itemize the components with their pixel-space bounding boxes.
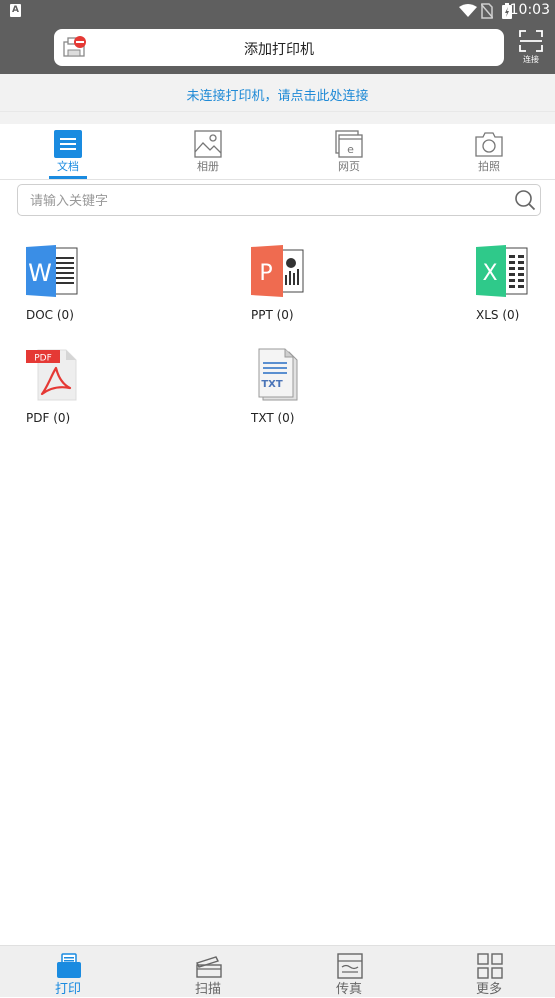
file-type-pdf[interactable]: PDF PDF (0)	[26, 348, 116, 438]
tab-label: 文档	[57, 160, 79, 173]
svg-text:e: e	[347, 143, 354, 156]
file-type-xls[interactable]: X XLS (0)	[476, 245, 555, 335]
tab-camera[interactable]: 拍照	[454, 124, 524, 180]
no-sim-icon	[481, 3, 493, 19]
file-type-label: TXT (0)	[251, 411, 295, 425]
add-printer-button[interactable]: 添加打印机	[54, 29, 504, 66]
tab-album[interactable]: 相册	[173, 124, 243, 180]
photo-icon	[194, 130, 222, 158]
scan-connect-label: 连接	[523, 55, 539, 64]
nav-label: 更多	[475, 982, 502, 997]
word-letter: W	[28, 259, 52, 287]
nav-label: 传真	[335, 982, 362, 997]
tab-label: 相册	[197, 160, 219, 173]
nav-label: 扫描	[194, 982, 221, 997]
pdf-icon: PDF	[26, 349, 77, 401]
file-type-label: PPT (0)	[251, 308, 294, 322]
more-grid-icon	[477, 953, 503, 979]
nav-scan[interactable]: 扫描	[173, 946, 243, 998]
nav-fax[interactable]: 传真	[314, 946, 384, 998]
wifi-icon	[459, 4, 477, 17]
clock: 10:03	[509, 2, 550, 18]
tab-label: 拍照	[478, 160, 500, 173]
search-input[interactable]	[30, 191, 500, 211]
print-icon	[57, 953, 81, 978]
connect-printer-banner[interactable]: 未连接打印机，请点击此处连接	[0, 74, 555, 112]
top-header: 添加打印机 连接	[0, 22, 555, 74]
webpage-icon: e	[335, 130, 363, 158]
pdf-banner-text: PDF	[34, 354, 52, 364]
add-printer-label: 添加打印机	[244, 42, 314, 58]
file-type-label: DOC (0)	[26, 308, 74, 322]
file-type-doc[interactable]: W DOC (0)	[26, 245, 116, 335]
fax-icon	[337, 953, 363, 979]
file-type-txt[interactable]: TXT TXT (0)	[251, 348, 341, 438]
txt-icon: TXT	[258, 348, 298, 401]
connect-printer-text: 未连接打印机，请点击此处连接	[186, 89, 369, 104]
scan-icon	[196, 956, 222, 978]
notification-a-icon: A	[10, 4, 21, 17]
document-icon	[54, 130, 82, 158]
status-bar: A 10:03	[0, 0, 555, 22]
tab-documents[interactable]: 文档	[33, 124, 103, 180]
nav-label: 打印	[54, 982, 81, 997]
nav-more[interactable]: 更多	[454, 946, 524, 998]
bottom-navigation: 打印 扫描 传真 更多	[0, 945, 555, 997]
file-type-ppt[interactable]: P PPT (0)	[251, 245, 341, 335]
tab-webpage[interactable]: e 网页	[314, 124, 384, 180]
scan-connect-button[interactable]: 连接	[516, 28, 546, 68]
word-doc-icon: W	[26, 245, 78, 297]
section-divider	[0, 112, 555, 124]
file-type-label: XLS (0)	[476, 308, 520, 322]
source-tabs: 文档 相册 e 网页 拍照	[0, 124, 555, 180]
tab-label: 网页	[338, 160, 360, 173]
xls-letter: X	[482, 261, 497, 286]
search-icon[interactable]	[514, 189, 536, 211]
ppt-letter: P	[259, 261, 272, 286]
active-tab-indicator	[49, 176, 87, 179]
excel-icon: X	[476, 245, 528, 297]
txt-label-text: TXT	[261, 379, 283, 390]
file-type-label: PDF (0)	[26, 411, 71, 425]
nav-print[interactable]: 打印	[33, 946, 103, 998]
scan-frame-icon	[519, 30, 543, 52]
powerpoint-icon: P	[251, 245, 304, 297]
camera-icon	[475, 132, 503, 157]
search-bar	[17, 184, 541, 216]
